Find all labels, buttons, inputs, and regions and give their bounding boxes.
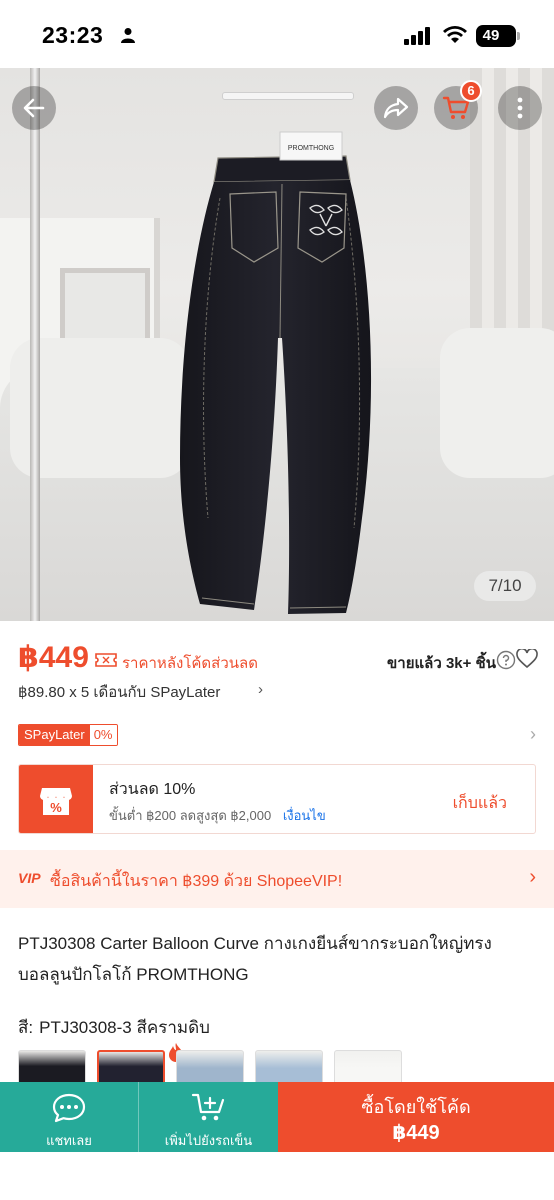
person-icon — [121, 28, 135, 43]
status-bar: 23:23 49 — [0, 0, 554, 68]
voucher-card[interactable]: % ส่วนลด 10% ขั้นต่ำ ฿200 ลดสูงสุด ฿2,00… — [18, 764, 536, 834]
voucher-terms: ขั้นต่ำ ฿200 ลดสูงสุด ฿2,000 — [109, 808, 272, 823]
price: ฿449 — [18, 641, 89, 674]
buy-with-code-label: ซื้อโดยใช้โค้ด — [361, 1097, 471, 1117]
voucher-claimed-status[interactable]: เก็บแล้ว — [453, 791, 507, 816]
spaylater-rate: 0% — [89, 725, 117, 745]
variant-key: สี: — [18, 1018, 34, 1037]
spaylater-badge: SPayLater 0% — [18, 724, 118, 746]
status-time: 23:23 — [42, 22, 104, 48]
share-button[interactable] — [374, 86, 418, 130]
more-vertical-icon — [517, 97, 523, 119]
shopee-vip-banner[interactable]: VIP ซื้อสินค้านี้ในราคา ฿399 ด้วย Shopee… — [0, 850, 554, 908]
arrow-left-icon — [23, 98, 45, 118]
add-to-cart-button[interactable]: เพิ่มไปยังรถเข็น — [138, 1082, 278, 1152]
battery-indicator: 49 — [476, 25, 520, 47]
chat-label: แชทเลย — [46, 1133, 92, 1148]
voucher-description: ขั้นต่ำ ฿200 ลดสูงสุด ฿2,000 เงื่อนไข — [109, 805, 326, 826]
add-to-cart-icon — [191, 1093, 224, 1121]
installment-info[interactable]: ฿89.80 x 5 เดือนกับ SPayLater — [18, 680, 220, 704]
jeans-photo: PROMTHONG — [180, 131, 372, 614]
spaylater-row[interactable]: SPayLater 0% › — [18, 724, 536, 748]
back-button[interactable] — [12, 86, 56, 130]
cart-button[interactable]: 6 — [434, 80, 482, 130]
photo-counter: 7/10 — [474, 571, 536, 601]
heart-icon[interactable] — [516, 649, 538, 669]
add-to-cart-label: เพิ่มไปยังรถเข็น — [164, 1133, 253, 1148]
voucher-conditions-link[interactable]: เงื่อนไข — [283, 808, 326, 823]
battery-level: 49 — [482, 27, 500, 44]
spaylater-name: SPayLater — [19, 725, 90, 745]
variant-value: PTJ30308-3 สีครามดิบ — [39, 1018, 210, 1037]
product-image-carousel[interactable]: PROMTHONG 6 7/10 — [0, 68, 554, 621]
chevron-right-icon: › — [529, 866, 536, 888]
buy-with-code-button[interactable]: ซื้อโดยใช้โค้ด ฿449 — [278, 1082, 554, 1152]
buy-price: ฿449 — [392, 1122, 440, 1144]
share-icon — [383, 97, 409, 119]
more-options-button[interactable] — [498, 86, 542, 130]
discount-shop-icon: % — [40, 788, 72, 815]
chevron-right-icon: › — [258, 681, 263, 698]
voucher-icon-panel: % — [19, 765, 93, 833]
question-icon[interactable] — [496, 650, 516, 670]
svg-text:%: % — [50, 800, 62, 815]
chat-button[interactable]: แชทเลย — [0, 1082, 138, 1152]
product-title: PTJ30308 Carter Balloon Curve กางเกงยีนส… — [18, 934, 492, 984]
coupon-icon — [95, 653, 117, 667]
chat-icon — [52, 1093, 86, 1123]
price-after-code-note: ราคาหลังโค้ดส่วนลด — [122, 655, 258, 672]
sold-count: ขายแล้ว 3k+ ชิ้น — [387, 655, 496, 672]
vip-offer-text: ซื้อสินค้านี้ในราคา ฿399 ด้วย ShopeeVIP! — [50, 873, 343, 890]
chevron-right-icon: › — [530, 724, 536, 744]
voucher-title: ส่วนลด 10% — [109, 781, 196, 798]
wifi-icon — [443, 26, 467, 43]
signal-icon — [404, 27, 430, 45]
cart-count-badge: 6 — [460, 80, 482, 102]
vip-badge: VIP — [18, 870, 41, 886]
price-row: ฿449 ราคาหลังโค้ดส่วนลด ขายแล้ว 3k+ ชิ้น — [18, 640, 538, 680]
variant-label: สี: PTJ30308-3 สีครามดิบ — [18, 1014, 210, 1041]
bottom-action-bar: แชทเลย เพิ่มไปยังรถเข็น ซื้อโดยใช้โค้ด ฿… — [0, 1082, 554, 1152]
svg-text:PROMTHONG: PROMTHONG — [288, 145, 334, 152]
